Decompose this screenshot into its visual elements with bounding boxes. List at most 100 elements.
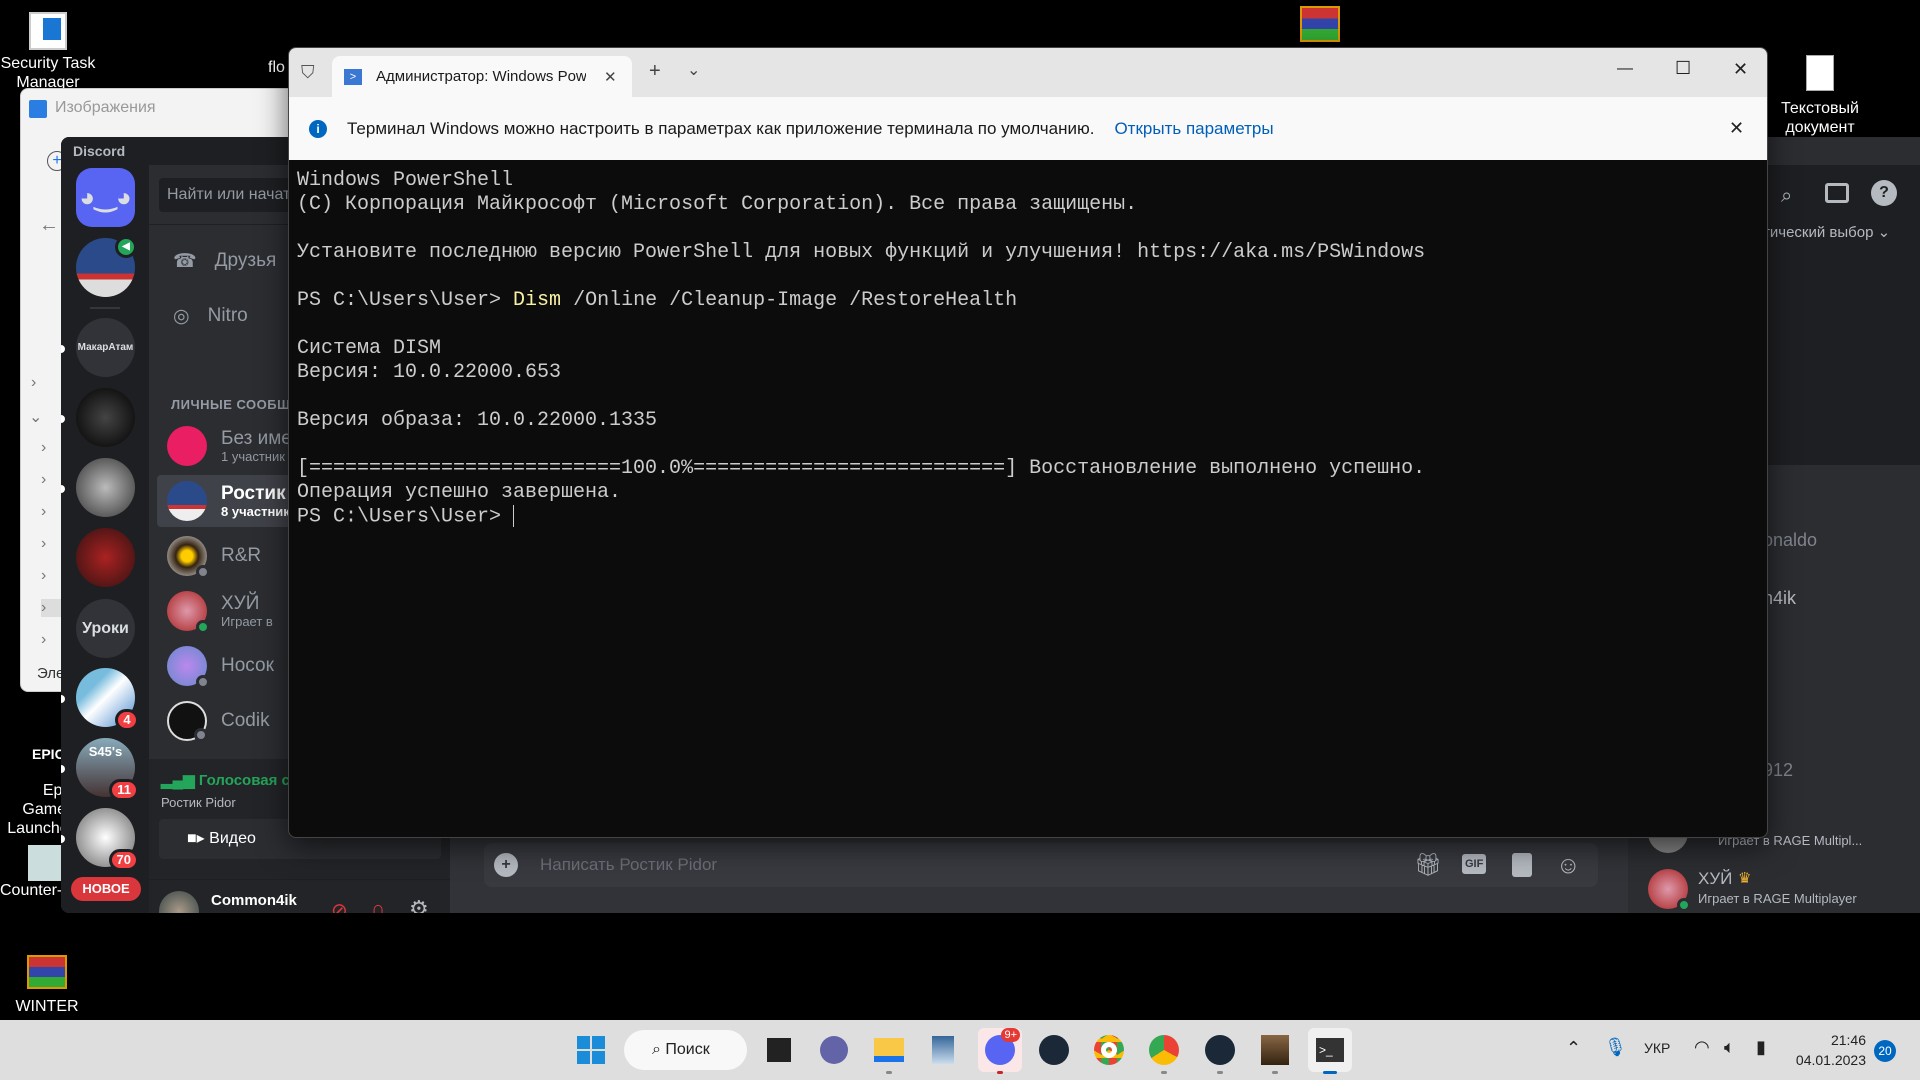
notification-count-badge[interactable]: 20 bbox=[1874, 1040, 1896, 1062]
back-arrow-icon[interactable]: ← bbox=[39, 214, 59, 237]
chrome-app[interactable] bbox=[1087, 1028, 1131, 1072]
sticker-icon[interactable] bbox=[1512, 853, 1532, 877]
crown-icon: ♛ bbox=[1738, 870, 1752, 887]
desktop-icon-counter-strike[interactable]: Counter- bbox=[0, 845, 62, 900]
unread-indicator bbox=[61, 415, 65, 423]
running-indicator bbox=[1323, 1071, 1337, 1074]
search-button[interactable]: ⌕ Поиск bbox=[624, 1030, 747, 1070]
server-icon[interactable]: Уроки bbox=[76, 599, 135, 658]
camera-icon: ■▸ bbox=[187, 830, 210, 847]
chevron-right-icon[interactable]: › bbox=[41, 471, 46, 489]
home-button[interactable]: ◕‿◕ bbox=[76, 168, 135, 227]
divider bbox=[90, 307, 120, 309]
open-settings-link[interactable]: Открыть параметры bbox=[1114, 119, 1273, 139]
inbox-icon[interactable] bbox=[1825, 183, 1849, 203]
desktop-icon-text-document[interactable]: Текстовый документ bbox=[1770, 55, 1870, 137]
server-icon[interactable] bbox=[76, 528, 135, 587]
chevron-right-icon[interactable]: › bbox=[41, 567, 46, 585]
winrar-icon bbox=[27, 955, 67, 989]
status-online bbox=[196, 620, 210, 634]
chevron-right-icon[interactable]: › bbox=[41, 439, 46, 457]
desktop-icon-winter[interactable]: WINTER bbox=[0, 955, 94, 1016]
meet-app[interactable] bbox=[812, 1028, 856, 1072]
server-icon[interactable] bbox=[76, 388, 135, 447]
task-view-button[interactable] bbox=[757, 1028, 801, 1072]
clock[interactable]: 21:46 04.01.2023 bbox=[1790, 1030, 1866, 1070]
language-indicator[interactable]: УКР bbox=[1644, 1040, 1670, 1056]
unread-indicator bbox=[61, 765, 65, 773]
tab-bar: ⛉ > Администратор: Windows PowerShell ✕ … bbox=[289, 48, 1767, 97]
app-icon bbox=[29, 12, 67, 50]
discord-app[interactable]: 9+ bbox=[978, 1028, 1022, 1074]
shield-icon: ⛉ bbox=[301, 62, 315, 82]
message-placeholder: Написать Ростик Pidor bbox=[540, 855, 718, 874]
chevron-right-icon[interactable]: › bbox=[31, 374, 36, 392]
paint-app[interactable] bbox=[921, 1028, 965, 1072]
terminal-window[interactable]: ⛉ > Администратор: Windows PowerShell ✕ … bbox=[288, 47, 1768, 838]
server-icon[interactable]: 4 bbox=[76, 668, 139, 731]
chevron-right-icon[interactable]: › bbox=[41, 535, 46, 553]
server-icon[interactable]: ◀ bbox=[76, 236, 137, 297]
add-attachment-icon[interactable]: + bbox=[494, 853, 518, 877]
steam-app[interactable] bbox=[1032, 1028, 1076, 1072]
maximize-button[interactable]: ☐ bbox=[1675, 58, 1691, 79]
server-rail: ◕‿◕ ◀ МакарАтам Уроки 4 S45's 11 70 НОВОЕ bbox=[61, 165, 149, 913]
console-output[interactable]: Windows PowerShell (C) Корпорация Майкрос… bbox=[297, 169, 1425, 529]
document-icon bbox=[1806, 55, 1834, 91]
dropdown-chevron-icon[interactable]: ⌄ bbox=[687, 60, 700, 80]
new-unreads-pill[interactable]: НОВОЕ bbox=[71, 877, 141, 901]
steam-app-2[interactable] bbox=[1198, 1028, 1242, 1074]
member-name[interactable]: onaldo bbox=[1763, 530, 1817, 551]
show-hidden-icons-chevron[interactable]: ⌃ bbox=[1566, 1038, 1581, 1059]
desktop-icon-security-task-manager[interactable]: Security Task Manager bbox=[0, 12, 96, 92]
friends-icon: ☎ bbox=[173, 250, 197, 272]
close-infobar-icon[interactable]: ✕ bbox=[1729, 118, 1744, 139]
server-icon[interactable]: МакарАтам bbox=[76, 318, 135, 377]
chevron-right-icon[interactable]: › bbox=[41, 503, 46, 521]
info-icon: i bbox=[309, 119, 327, 138]
new-tab-button[interactable]: + bbox=[649, 60, 661, 83]
settings-gear-icon[interactable]: ⚙ bbox=[409, 896, 429, 913]
status-online bbox=[1677, 898, 1691, 912]
search-icon[interactable]: ⌕ bbox=[1781, 185, 1792, 208]
member-item[interactable]: ХУЙ ♛ Играет в RAGE Multiplayer bbox=[1648, 867, 1918, 912]
notification-badge: 9+ bbox=[1001, 1028, 1020, 1042]
unread-indicator bbox=[61, 345, 65, 353]
message-input[interactable]: + Написать Ростик Pidor 🎁︎ GIF ☺ bbox=[484, 843, 1598, 887]
gift-icon[interactable]: 🎁︎ bbox=[1414, 852, 1442, 878]
volume-icon[interactable]: 🔈︎ bbox=[1724, 1037, 1735, 1058]
chrome-profile-app[interactable] bbox=[1142, 1028, 1186, 1074]
minimize-button[interactable]: — bbox=[1617, 60, 1633, 78]
close-button[interactable]: ✕ bbox=[1733, 59, 1748, 80]
running-indicator bbox=[1217, 1071, 1223, 1074]
user-avatar[interactable] bbox=[159, 891, 199, 913]
voice-channel-name[interactable]: Ростик Pidor bbox=[161, 795, 236, 810]
running-indicator bbox=[1161, 1071, 1167, 1074]
gif-icon[interactable]: GIF bbox=[1462, 854, 1487, 874]
emoji-icon[interactable]: ☺ bbox=[1556, 852, 1581, 880]
game-app[interactable] bbox=[1253, 1028, 1297, 1074]
server-icon[interactable]: 70 bbox=[76, 808, 139, 871]
username: Common4ik bbox=[211, 892, 297, 909]
start-button[interactable] bbox=[569, 1028, 613, 1072]
deafen-icon[interactable]: ∩ bbox=[371, 898, 385, 913]
member-activity: Играет в RAGE Multiplayer bbox=[1698, 891, 1857, 906]
unread-indicator bbox=[61, 485, 65, 493]
group-avatar bbox=[167, 426, 207, 466]
server-icon[interactable]: S45's 11 bbox=[76, 738, 139, 801]
server-icon[interactable] bbox=[76, 458, 135, 517]
wifi-icon[interactable]: ◠ bbox=[1694, 1037, 1710, 1058]
chevron-right-icon[interactable]: › bbox=[41, 631, 46, 649]
terminal-app[interactable]: >_ bbox=[1308, 1028, 1352, 1074]
progress-line: [==========================100.0%=======… bbox=[297, 457, 1426, 480]
winrar-icon[interactable] bbox=[1300, 6, 1340, 42]
mute-mic-icon[interactable]: ⊘ bbox=[331, 898, 348, 913]
tab-powershell[interactable]: > Администратор: Windows PowerShell ✕ bbox=[332, 56, 632, 97]
chevron-down-icon[interactable]: ⌄ bbox=[29, 407, 42, 427]
close-tab-icon[interactable]: ✕ bbox=[604, 68, 617, 86]
file-explorer-app[interactable] bbox=[867, 1028, 911, 1074]
help-icon[interactable]: ? bbox=[1871, 180, 1897, 206]
battery-icon[interactable]: ▮ bbox=[1756, 1037, 1766, 1058]
sort-dropdown[interactable]: тический выбор ⌄ bbox=[1763, 223, 1890, 241]
microphone-icon[interactable]: 🎙︎ bbox=[1604, 1037, 1627, 1058]
